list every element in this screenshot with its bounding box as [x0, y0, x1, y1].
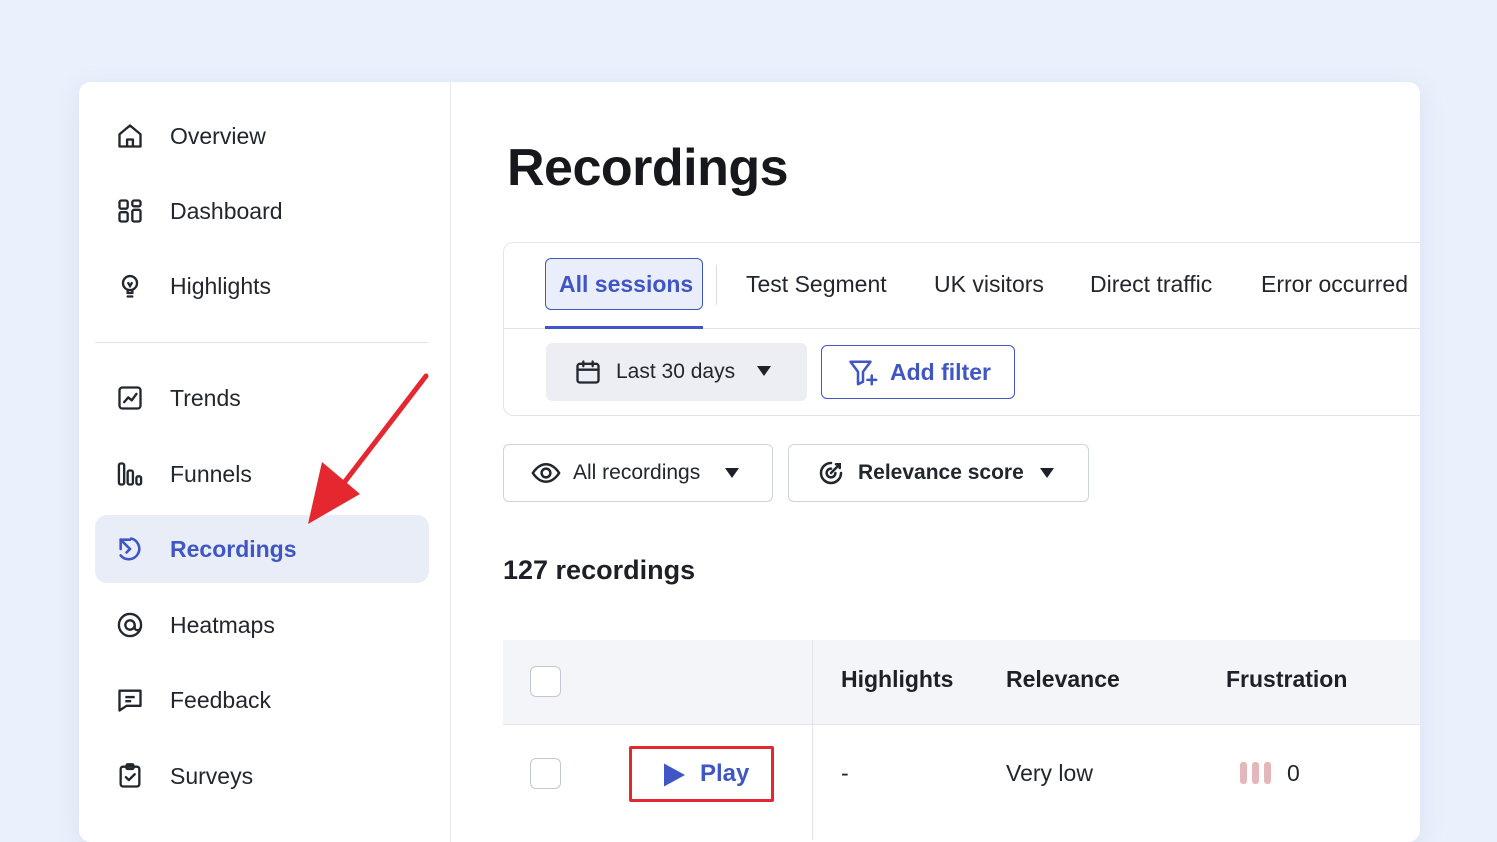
- caret-down-icon: [1040, 468, 1054, 478]
- sidebar-item-label: Heatmaps: [170, 611, 275, 638]
- date-range-label: Last 30 days: [616, 360, 736, 383]
- sidebar-item-label: Trends: [170, 384, 241, 411]
- column-header-relevance[interactable]: Relevance: [1006, 666, 1120, 693]
- sidebar-item-label: Dashboard: [170, 197, 283, 224]
- play-label: Play: [700, 760, 750, 787]
- relevance-score-icon: [819, 461, 843, 485]
- recordings-type-dropdown[interactable]: All recordings: [503, 444, 773, 502]
- sidebar-item-label: Surveys: [170, 762, 254, 789]
- play-icon: [664, 763, 685, 787]
- main-content: Recordings All sessions Test Segment UK …: [451, 82, 1420, 842]
- sidebar-item-heatmaps[interactable]: Heatmaps: [95, 591, 429, 659]
- sidebar-divider: [95, 342, 429, 343]
- play-button[interactable]: Play: [629, 746, 774, 802]
- sidebar-item-label: Recordings: [170, 535, 297, 562]
- tab-uk-visitors[interactable]: UK visitors: [934, 258, 1044, 310]
- sidebar-item-overview[interactable]: Overview: [95, 102, 429, 170]
- recordings-type-label: All recordings: [573, 461, 701, 484]
- segment-tabs: All sessions Test Segment UK visitors Di…: [504, 243, 1420, 329]
- cell-highlights: -: [841, 760, 849, 786]
- date-range-dropdown[interactable]: Last 30 days: [546, 343, 807, 401]
- sidebar-item-highlights[interactable]: Highlights: [95, 252, 429, 320]
- page-title: Recordings: [507, 139, 789, 197]
- frustration-bars-icon: [1240, 762, 1280, 784]
- sidebar-item-label: Funnels: [170, 460, 252, 487]
- lightbulb-icon: [115, 271, 145, 301]
- active-tab-underline: [545, 326, 703, 329]
- feedback-message-icon: [115, 685, 145, 715]
- add-filter-button[interactable]: Add filter: [821, 345, 1015, 399]
- annotation-arrow-icon: [308, 373, 429, 524]
- sidebar-item-feedback[interactable]: Feedback: [95, 666, 429, 734]
- row-checkbox[interactable]: [530, 758, 561, 789]
- survey-clipboard-icon: [115, 761, 145, 791]
- tab-error-occurred[interactable]: Error occurred: [1261, 258, 1408, 310]
- column-header-highlights[interactable]: Highlights: [841, 666, 953, 693]
- sidebar-item-label: Highlights: [170, 272, 271, 299]
- table-header: Highlights Relevance Frustration: [503, 640, 1420, 725]
- caret-down-icon: [725, 468, 739, 478]
- tab-test-segment[interactable]: Test Segment: [746, 258, 887, 310]
- sidebar-item-surveys[interactable]: Surveys: [95, 742, 429, 810]
- filter-plus-icon: [849, 360, 878, 386]
- add-filter-label: Add filter: [890, 358, 991, 385]
- trend-chart-icon: [115, 383, 145, 413]
- home-icon: [115, 121, 145, 151]
- recordings-count: 127 recordings: [503, 555, 696, 585]
- funnel-bars-icon: [115, 459, 145, 489]
- sidebar-item-label: Overview: [170, 122, 266, 149]
- cell-relevance: Very low: [1006, 760, 1093, 786]
- sort-label: Relevance score: [858, 461, 1024, 484]
- dashboard-grid-icon: [115, 196, 145, 226]
- segments-panel: All sessions Test Segment UK visitors Di…: [503, 242, 1420, 416]
- caret-down-icon: [757, 366, 771, 376]
- tab-all-sessions[interactable]: All sessions: [545, 258, 703, 310]
- sidebar-item-dashboard[interactable]: Dashboard: [95, 177, 429, 245]
- calendar-icon: [576, 360, 600, 384]
- heatmap-target-icon: [115, 610, 145, 640]
- tab-separator: [716, 265, 717, 305]
- eye-icon: [531, 462, 561, 484]
- app-window: Overview Dashboard Highlights Trends Fun…: [79, 82, 1420, 842]
- sort-dropdown[interactable]: Relevance score: [788, 444, 1089, 502]
- column-separator: [812, 640, 813, 840]
- tab-direct-traffic[interactable]: Direct traffic: [1090, 258, 1212, 310]
- select-all-checkbox[interactable]: [530, 666, 561, 697]
- recording-replay-icon: [115, 534, 145, 564]
- column-header-frustration[interactable]: Frustration: [1226, 666, 1347, 693]
- sidebar-item-label: Feedback: [170, 686, 272, 713]
- cell-frustration: 0: [1287, 760, 1300, 786]
